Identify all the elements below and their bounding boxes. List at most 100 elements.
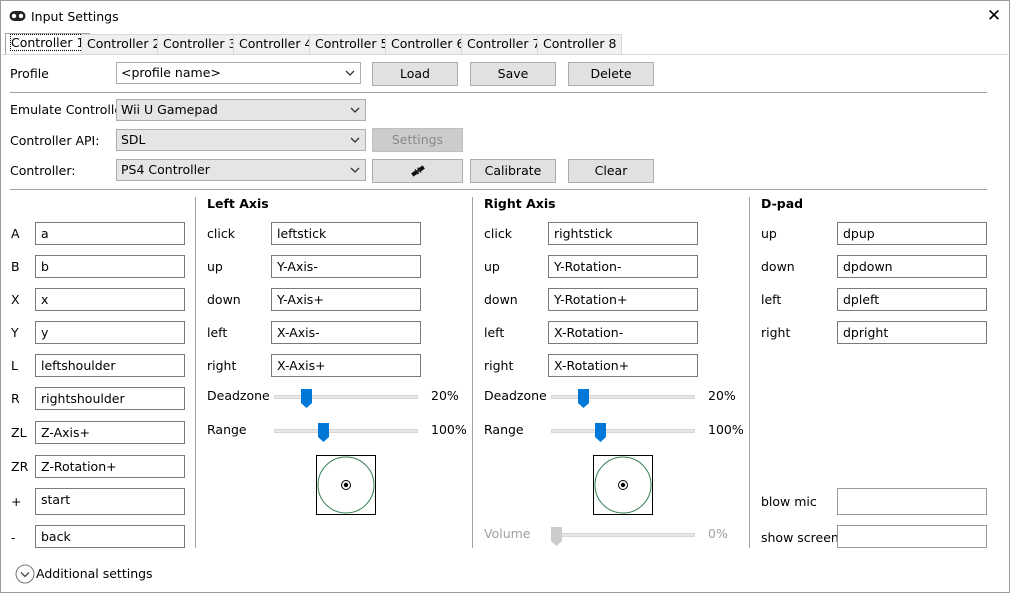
clear-button[interactable]: Clear: [568, 159, 654, 183]
mapping-field-zl[interactable]: Z-Axis+: [35, 421, 185, 444]
button-label-r: R: [11, 391, 20, 406]
right-axis-left-field[interactable]: X-Rotation-: [548, 321, 698, 344]
blow-mic-label: blow mic: [761, 494, 817, 509]
controller-combo[interactable]: PS4 Controller: [116, 159, 366, 181]
mapping-field-minus[interactable]: back: [35, 525, 185, 548]
right-axis-down-field[interactable]: Y-Rotation+: [548, 288, 698, 311]
volume-slider: [551, 527, 562, 546]
tab-controller-7[interactable]: Controller 7: [461, 34, 547, 54]
chevron-down-icon: [350, 137, 360, 143]
mapping-field-l[interactable]: leftshoulder: [35, 354, 185, 377]
save-button[interactable]: Save: [470, 62, 556, 86]
button-label-zl: ZL: [11, 425, 27, 440]
mapping-field-plus[interactable]: start: [35, 488, 185, 515]
dpad-down-label: down: [761, 259, 795, 274]
right-stick-preview: [593, 455, 653, 515]
right-axis-left-label: left: [484, 325, 505, 340]
left-range-track: [274, 429, 418, 433]
left-axis-click-label: click: [207, 226, 235, 241]
dpad-right-label: right: [761, 325, 791, 340]
dpad-left-field[interactable]: dpleft: [837, 288, 987, 311]
mapping-field-y[interactable]: y: [35, 321, 185, 344]
profile-value: <profile name>: [121, 65, 221, 80]
right-range-track: [551, 429, 695, 433]
emulate-label: Emulate Controller: [10, 102, 128, 117]
tab-controller-5[interactable]: Controller 5: [309, 34, 395, 54]
left-axis-down-field[interactable]: Y-Axis+: [271, 288, 421, 311]
left-axis-title: Left Axis: [207, 196, 269, 211]
left-range-label: Range: [207, 422, 247, 437]
stick-circle-icon: [317, 456, 375, 514]
right-axis-title: Right Axis: [484, 196, 556, 211]
tab-controller-3[interactable]: Controller 3: [157, 34, 243, 54]
dpad-right-field[interactable]: dpright: [837, 321, 987, 344]
left-axis-right-label: right: [207, 358, 237, 373]
right-axis-up-label: up: [484, 259, 500, 274]
left-axis-right-field[interactable]: X-Axis+: [271, 354, 421, 377]
button-label-a: A: [11, 226, 20, 241]
tab-controller-1[interactable]: Controller 1: [5, 33, 91, 54]
dpad-down-field[interactable]: dpdown: [837, 255, 987, 278]
left-axis-up-label: up: [207, 259, 223, 274]
tab-controller-2[interactable]: Controller 2: [81, 34, 167, 54]
mapping-field-zr[interactable]: Z-Rotation+: [35, 455, 185, 478]
emulate-value: Wii U Gamepad: [121, 102, 218, 117]
left-deadzone-value: 20%: [431, 388, 459, 403]
calibrate-button[interactable]: Calibrate: [470, 159, 556, 183]
api-value: SDL: [121, 132, 146, 147]
chevron-down-icon: [15, 564, 35, 584]
mapping-field-a[interactable]: a: [35, 222, 185, 245]
mapping-field-b[interactable]: b: [35, 255, 185, 278]
tab-controller-6[interactable]: Controller 6: [385, 34, 471, 54]
api-combo[interactable]: SDL: [116, 129, 366, 151]
right-range-label: Range: [484, 422, 524, 437]
profile-combo[interactable]: <profile name>: [116, 62, 361, 84]
mapping-field-x[interactable]: x: [35, 288, 185, 311]
blow-mic-field[interactable]: [837, 488, 987, 515]
additional-settings-expander[interactable]: Additional settings: [15, 564, 153, 584]
right-deadzone-value: 20%: [708, 388, 736, 403]
show-screen-field[interactable]: [837, 525, 987, 548]
button-label-x: X: [11, 292, 20, 307]
connect-button[interactable]: [372, 159, 463, 183]
dpad-up-field[interactable]: dpup: [837, 222, 987, 245]
chevron-down-icon: [350, 107, 360, 113]
divider: [10, 189, 987, 190]
left-deadzone-slider[interactable]: [301, 389, 312, 408]
left-axis-click-field[interactable]: leftstick: [271, 222, 421, 245]
dpad-up-label: up: [761, 226, 777, 241]
api-label: Controller API:: [10, 133, 100, 148]
show-screen-label: show screen: [761, 530, 839, 545]
right-axis-right-field[interactable]: X-Rotation+: [548, 354, 698, 377]
delete-button[interactable]: Delete: [568, 62, 654, 86]
left-axis-up-field[interactable]: Y-Axis-: [271, 255, 421, 278]
right-axis-click-field[interactable]: rightstick: [548, 222, 698, 245]
emulate-combo[interactable]: Wii U Gamepad: [116, 99, 366, 121]
left-stick-preview: [316, 455, 376, 515]
left-range-slider[interactable]: [318, 423, 329, 442]
volume-track: [551, 533, 695, 537]
chevron-down-icon: [345, 70, 355, 76]
volume-label: Volume: [484, 526, 531, 541]
right-deadzone-track: [551, 395, 695, 399]
controller-tabs: Controller 1 Controller 2 Controller 3 C…: [1, 33, 1009, 54]
load-button[interactable]: Load: [372, 62, 458, 86]
additional-settings-label: Additional settings: [36, 566, 153, 581]
dpad-left-label: left: [761, 292, 782, 307]
close-icon[interactable]: ✕: [985, 7, 1003, 25]
right-range-slider[interactable]: [595, 423, 606, 442]
right-axis-up-field[interactable]: Y-Rotation-: [548, 255, 698, 278]
button-label-zr: ZR: [11, 459, 29, 474]
tab-controller-4[interactable]: Controller 4: [233, 34, 319, 54]
right-axis-down-label: down: [484, 292, 518, 307]
tab-controller-8[interactable]: Controller 8: [537, 34, 623, 54]
controller-label: Controller:: [10, 163, 76, 178]
button-label-plus: +: [11, 494, 22, 509]
right-deadzone-slider[interactable]: [578, 389, 589, 408]
dpad-title: D-pad: [761, 196, 804, 211]
mapping-field-r[interactable]: rightshoulder: [35, 387, 185, 410]
divider: [10, 92, 987, 93]
settings-button: Settings: [372, 128, 463, 152]
column-divider: [195, 197, 196, 548]
left-axis-left-field[interactable]: X-Axis-: [271, 321, 421, 344]
